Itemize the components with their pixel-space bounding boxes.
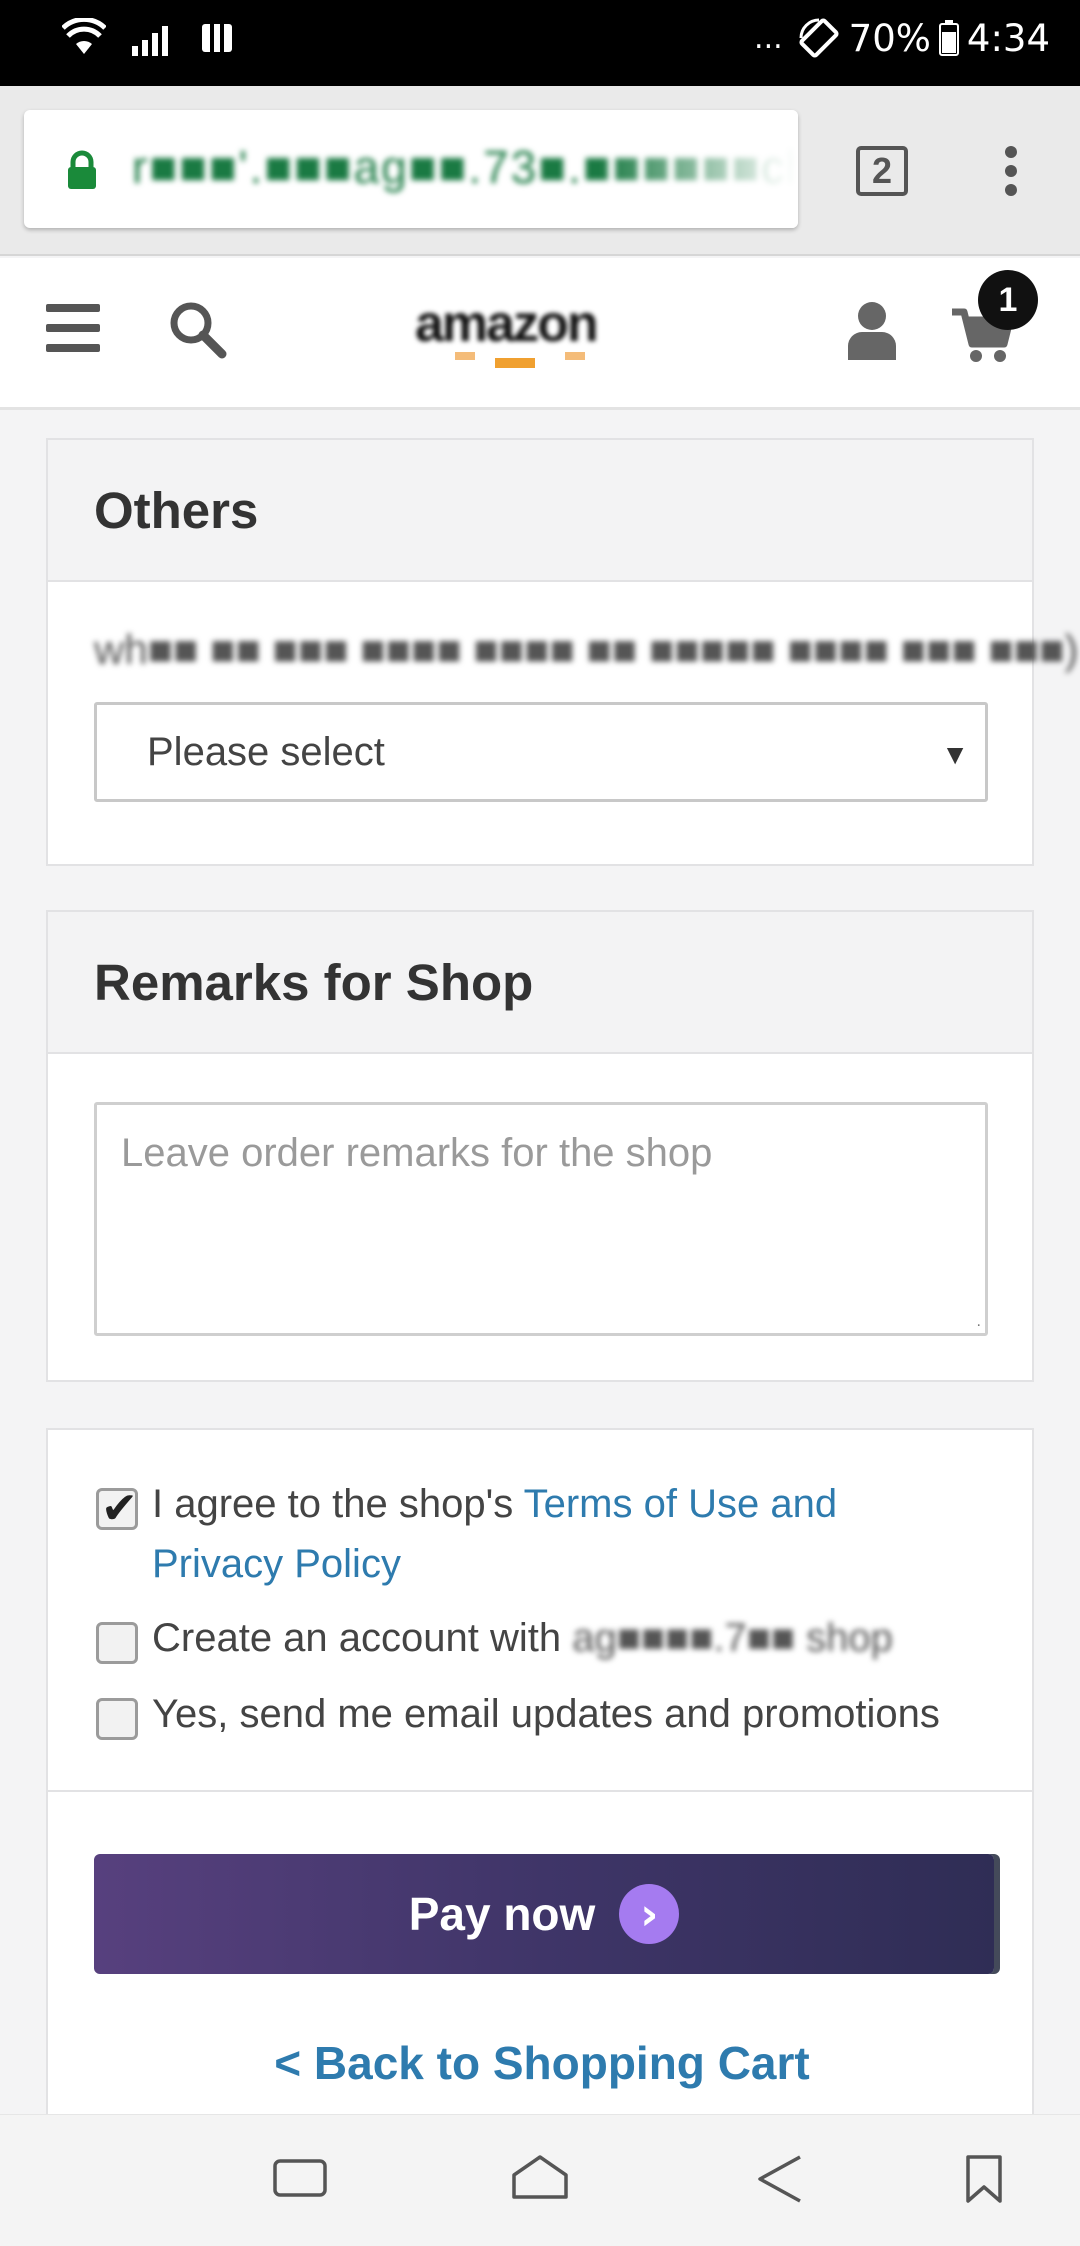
signal-icon (132, 26, 168, 56)
back-to-cart-link[interactable]: < Back to Shopping Cart (48, 2036, 1036, 2090)
others-section: Others wh■■ ■■ ■■■ ■■■■ ■■■■ ■■ ■■■■■ ■■… (46, 438, 1078, 866)
sim-icon (202, 24, 232, 52)
user-account-icon[interactable] (844, 298, 900, 362)
status-more-dots: ... (754, 20, 783, 56)
recent-apps-icon[interactable] (272, 2153, 328, 2201)
agree-text: I agree to the shop's (152, 1482, 524, 1526)
rotate-icon (799, 18, 839, 58)
email-updates-checkbox[interactable] (96, 1698, 138, 1740)
logo-text: amazon (415, 295, 599, 353)
email-updates-row: Yes, send me email updates and promotion… (96, 1684, 940, 1744)
tab-switcher-button[interactable]: 2 (856, 146, 908, 196)
terms-link[interactable]: Terms of Use and (524, 1482, 837, 1526)
hamburger-menu-icon[interactable] (46, 304, 100, 354)
browser-toolbar: r■■■'.■■■ag■■.73■.■■■■■■ch 2 (0, 86, 1080, 256)
pay-now-button[interactable]: Pay now › (94, 1854, 994, 1974)
logo-smile (455, 352, 585, 368)
status-bar: ... 70% 4:34 (0, 0, 1080, 86)
dropdown-arrow-icon: ▼ (941, 739, 969, 770)
url-fade (598, 110, 798, 228)
site-header: amazon (0, 258, 1080, 410)
back-icon[interactable] (756, 2153, 804, 2205)
create-account-shop-name: ag■■■■.7■■ shop (572, 1616, 893, 1660)
create-account-checkbox[interactable] (96, 1622, 138, 1664)
pay-now-label: Pay now (408, 1888, 596, 1940)
payment-section: Pay now › < Back to Shopping Cart (46, 1790, 1034, 2114)
browser-menu-icon[interactable] (1000, 146, 1022, 202)
checkmark-icon: ✔ (101, 1483, 138, 1534)
url-bar[interactable]: r■■■'.■■■ag■■.73■.■■■■■■ch (24, 110, 798, 228)
email-updates-text: Yes, send me email updates and promotion… (152, 1692, 940, 1736)
privacy-link[interactable]: Privacy Policy (152, 1542, 401, 1586)
remarks-title: Remarks for Shop (48, 912, 1032, 1054)
system-nav-bar (0, 2114, 1080, 2246)
resize-handle-icon[interactable]: . (977, 1313, 981, 1331)
store-logo[interactable]: amazon (415, 294, 645, 374)
create-account-row: Create an account with ag■■■■.7■■ shop (96, 1608, 893, 1668)
wifi-icon (62, 18, 106, 54)
battery-icon (938, 20, 959, 56)
battery-percent: 70% (848, 16, 931, 60)
remarks-placeholder: Leave order remarks for the shop (121, 1131, 713, 1175)
others-question-label: wh■■ ■■ ■■■ ■■■■ ■■■■ ■■ ■■■■■ ■■■■ ■■■ … (94, 626, 1079, 673)
agree-terms-checkbox[interactable]: ✔ (96, 1483, 138, 1534)
remarks-section: Remarks for Shop Leave order remarks for… (46, 910, 1034, 1382)
search-icon[interactable] (166, 298, 228, 360)
others-title: Others (48, 440, 1032, 582)
create-account-text: Create an account with (152, 1616, 573, 1660)
others-select[interactable]: Please select ▼ (94, 702, 988, 802)
cart-count-badge: 1 (978, 270, 1038, 330)
select-value: Please select (147, 729, 385, 774)
chevron-right-icon: › (619, 1884, 680, 1944)
home-icon[interactable] (510, 2153, 570, 2201)
clock: 4:34 (966, 16, 1050, 60)
agree-terms-row: ✔ I agree to the shop's Terms of Use and… (96, 1474, 837, 1594)
agreement-section: ✔ I agree to the shop's Terms of Use and… (46, 1428, 1034, 1790)
lock-icon (68, 150, 96, 189)
bookmark-icon[interactable] (964, 2153, 1004, 2205)
remarks-textarea[interactable]: Leave order remarks for the shop . (94, 1102, 988, 1336)
